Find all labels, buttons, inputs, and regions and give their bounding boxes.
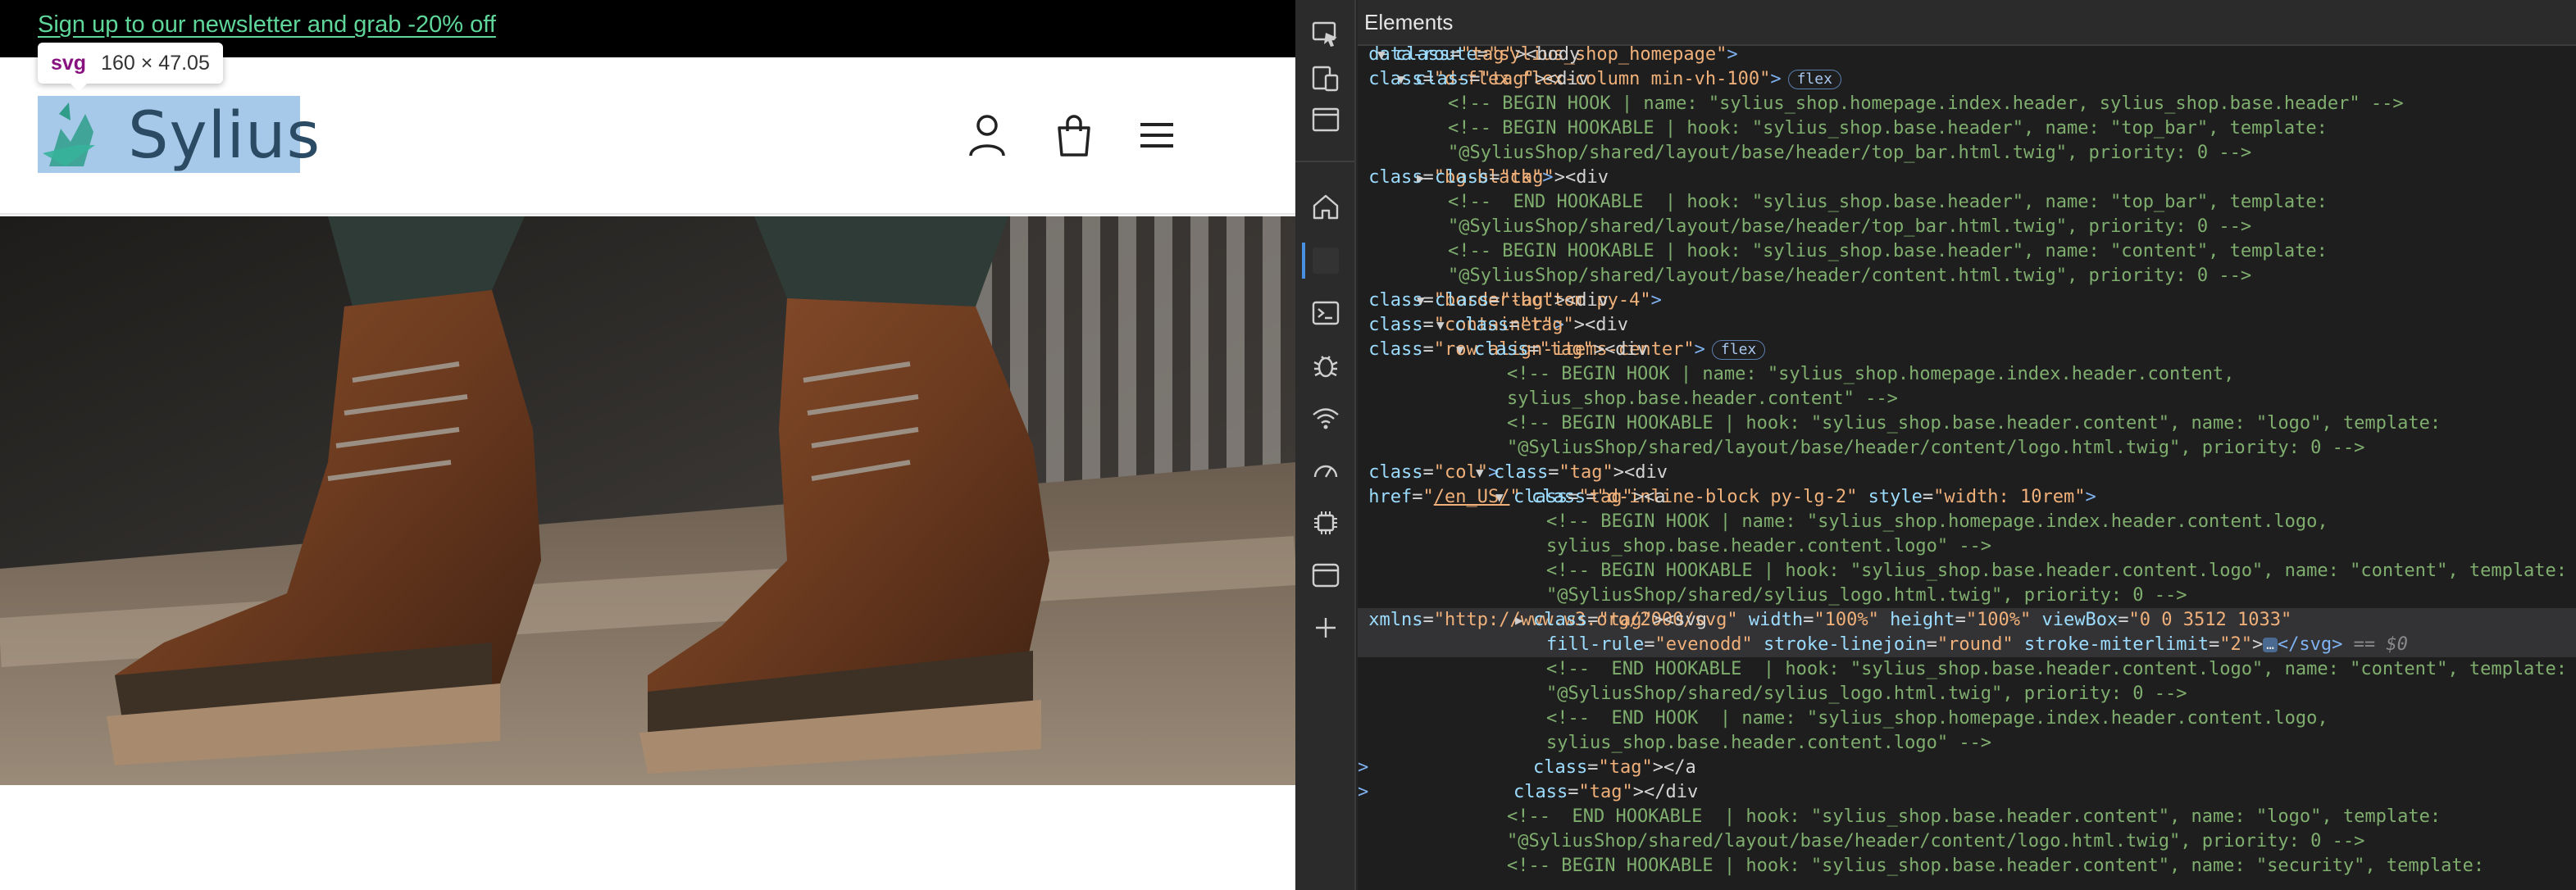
dom-tree-line[interactable]: <!-- BEGIN HOOKABLE | hook: "sylius_shop… bbox=[1358, 116, 2576, 141]
tooltip-tag: svg bbox=[51, 51, 87, 75]
shopping-bag-icon[interactable] bbox=[1054, 113, 1094, 157]
dom-tree-line[interactable]: ▼ class="tag"><a href="/en_US/" class="d-… bbox=[1358, 485, 2576, 510]
panel-header: Elements bbox=[1358, 0, 2576, 46]
dom-tree-line[interactable]: <!-- BEGIN HOOKABLE | hook: "sylius_shop… bbox=[1358, 854, 2576, 879]
inspect-element-icon[interactable] bbox=[1311, 20, 1340, 49]
inspect-tooltip: svg 160 × 47.05 bbox=[38, 43, 223, 92]
dom-tree-line[interactable]: ▶ class="tag"><div class="bg-black"> bbox=[1358, 166, 2576, 190]
expanded-caret-icon[interactable]: ▼ bbox=[1495, 485, 1504, 510]
logo-link[interactable]: Sylius bbox=[38, 96, 320, 173]
dom-tree-line[interactable]: <!-- BEGIN HOOKABLE | hook: "sylius_shop… bbox=[1358, 559, 2576, 583]
boots-photo-icon bbox=[0, 216, 1295, 785]
expanded-caret-icon[interactable]: ▼ bbox=[1417, 288, 1425, 313]
dom-tree-line[interactable]: "@SyliusShop/shared/sylius_logo.html.twi… bbox=[1358, 583, 2576, 608]
device-toggle-icon[interactable] bbox=[1311, 64, 1340, 93]
collapsed-caret-icon[interactable]: ▶ bbox=[1515, 608, 1523, 633]
dom-tree-line[interactable]: ▼ class="tag"><div class="col"> bbox=[1358, 461, 2576, 485]
performance-gauge-icon[interactable] bbox=[1311, 456, 1340, 485]
dom-tree-line[interactable]: "@SyliusShop/shared/layout/base/header/c… bbox=[1358, 829, 2576, 854]
network-wifi-icon[interactable] bbox=[1311, 403, 1340, 433]
dom-tree-line[interactable]: <!-- END HOOK | name: "sylius_shop.homep… bbox=[1358, 706, 2576, 731]
dom-tree-line[interactable]: class="tag"></a > bbox=[1358, 756, 2576, 780]
console-icon[interactable] bbox=[1311, 298, 1340, 328]
hamburger-menu-icon[interactable] bbox=[1137, 113, 1176, 157]
dom-tree-line[interactable]: <!-- END HOOKABLE | hook: "sylius_shop.b… bbox=[1358, 190, 2576, 215]
dom-tree-line[interactable]: <!-- BEGIN HOOK | name: "sylius_shop.hom… bbox=[1358, 362, 2576, 387]
expanded-caret-icon[interactable]: ▼ bbox=[1377, 43, 1386, 67]
newsletter-link[interactable]: Sign up to our newsletter and grab -20% … bbox=[38, 11, 496, 39]
dom-tree-line[interactable]: ▼ class="tag"><body data-route="sylius_sh… bbox=[1358, 43, 2576, 67]
dom-tree-line[interactable]: ▶ class="tag"><svg xmlns="http://www.w3.o… bbox=[1358, 608, 2576, 633]
panel-title: Elements bbox=[1364, 10, 1454, 34]
dom-tree-line[interactable]: <!-- END HOOKABLE | hook: "sylius_shop.b… bbox=[1358, 657, 2576, 682]
dom-tree-line[interactable]: "@SyliusShop/shared/layout/base/header/c… bbox=[1358, 436, 2576, 461]
shop-viewport: Sign up to our newsletter and grab -20% … bbox=[0, 0, 1295, 890]
dom-tree-line[interactable]: ▼ class="tag"><div class="row align-items… bbox=[1358, 338, 2576, 362]
collapsed-caret-icon[interactable]: ▶ bbox=[1417, 166, 1425, 190]
dom-tree-line[interactable]: <!-- BEGIN HOOKABLE | hook: "sylius_shop… bbox=[1358, 239, 2576, 264]
active-tab-indicator bbox=[1302, 243, 1305, 279]
dom-tree-line[interactable]: sylius_shop.base.header.content" --> bbox=[1358, 387, 2576, 411]
dom-tree-line[interactable]: "@SyliusShop/shared/layout/base/header/t… bbox=[1358, 141, 2576, 166]
dom-tree-line[interactable]: sylius_shop.base.header.content.logo" --… bbox=[1358, 731, 2576, 756]
expanded-caret-icon[interactable]: ▼ bbox=[1397, 67, 1405, 92]
flex-badge[interactable]: flex bbox=[1711, 340, 1766, 360]
dock-side-icon[interactable] bbox=[1311, 105, 1340, 134]
flex-badge[interactable]: flex bbox=[1787, 70, 1841, 89]
dom-tree-line[interactable]: class="tag"></div > bbox=[1358, 780, 2576, 805]
memory-chip-icon[interactable] bbox=[1311, 508, 1340, 538]
dom-tree-line[interactable]: <!-- BEGIN HOOKABLE | hook: "sylius_shop… bbox=[1358, 411, 2576, 436]
dom-tree-line[interactable]: "@SyliusShop/shared/layout/base/header/t… bbox=[1358, 215, 2576, 239]
add-panel-plus-icon[interactable] bbox=[1311, 613, 1340, 643]
elements-tab-icon[interactable] bbox=[1311, 246, 1340, 275]
dom-tree-line[interactable]: fill-rule="evenodd" stroke-linejoin="rou… bbox=[1358, 633, 2576, 657]
debugger-bug-icon[interactable] bbox=[1311, 351, 1340, 380]
devtools-sidebar bbox=[1295, 0, 1356, 890]
home-icon[interactable] bbox=[1311, 192, 1340, 221]
elements-panel: Elements ••• ▼class="tag"><body data-rou… bbox=[1358, 0, 2576, 890]
devtools-panel: Elements ••• ▼class="tag"><body data-rou… bbox=[1295, 0, 2576, 890]
dom-tree-line[interactable]: <!-- BEGIN HOOK | name: "sylius_shop.hom… bbox=[1358, 92, 2576, 116]
tooltip-size: 160 × 47.05 bbox=[101, 51, 210, 75]
dom-tree-line[interactable]: <!-- BEGIN HOOK | name: "sylius_shop.hom… bbox=[1358, 510, 2576, 534]
dom-tree-line[interactable]: ▼ class="tag"><div class="container"> bbox=[1358, 313, 2576, 338]
dom-tree-line[interactable]: ▼ class="tag"><div class="d-flex flex-col… bbox=[1358, 67, 2576, 92]
sidebar-divider bbox=[1295, 161, 1354, 162]
hero-image bbox=[0, 216, 1295, 785]
dom-tree-line[interactable]: sylius_shop.base.header.content.logo" --… bbox=[1358, 534, 2576, 559]
dom-tree-line[interactable]: ▼ class="tag"><div class="border-bottom p… bbox=[1358, 288, 2576, 313]
logo-wordmark: Sylius bbox=[128, 99, 321, 173]
dom-tree-line[interactable]: <!-- END HOOKABLE | hook: "sylius_shop.b… bbox=[1358, 805, 2576, 829]
application-storage-icon[interactable] bbox=[1311, 561, 1340, 590]
expanded-caret-icon[interactable]: ▼ bbox=[1456, 338, 1464, 362]
user-icon[interactable] bbox=[967, 113, 1007, 157]
expanded-caret-icon[interactable]: ▼ bbox=[1436, 313, 1445, 338]
dom-tree-line[interactable]: "@SyliusShop/shared/sylius_logo.html.twi… bbox=[1358, 682, 2576, 706]
expanded-caret-icon[interactable]: ▼ bbox=[1476, 461, 1484, 485]
dom-tree-line[interactable]: "@SyliusShop/shared/layout/base/header/c… bbox=[1358, 264, 2576, 288]
